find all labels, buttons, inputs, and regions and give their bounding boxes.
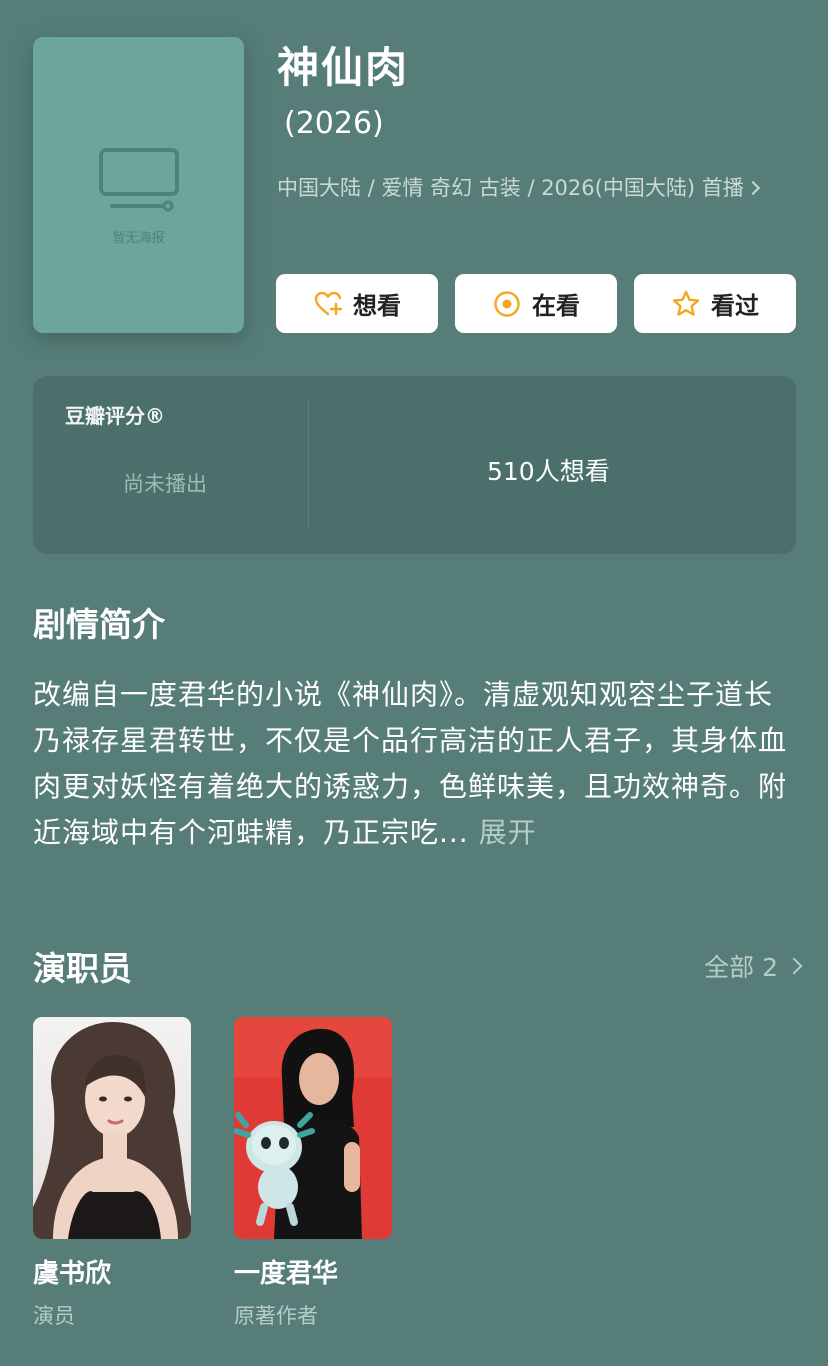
expand-link[interactable]: 展开: [479, 816, 537, 849]
target-icon: [494, 290, 520, 317]
page-title: 神仙肉: [277, 43, 410, 92]
synopsis-text-block: 改编自一度君华的小说《神仙肉》。清虚观知观容尘子道长乃禄存星君转世，不仅是个品行…: [33, 672, 798, 856]
heart-plus-icon: [314, 291, 343, 315]
rating-status: 尚未播出: [123, 472, 207, 496]
cast-heading: 演职员: [33, 949, 132, 988]
cast-member-card[interactable]: 虞书欣 演员: [33, 1017, 193, 1330]
cast-role: 演员: [33, 1304, 75, 1328]
synopsis-text: 改编自一度君华的小说《神仙肉》。清虚观知观容尘子道长乃禄存星君转世，不仅是个品行…: [33, 678, 788, 849]
poster-placeholder[interactable]: 暂无海报: [33, 37, 244, 333]
tv-icon: [98, 148, 179, 212]
chevron-right-icon: [785, 957, 803, 975]
release-year: (2026): [284, 106, 384, 141]
chevron-right-icon: [745, 180, 760, 196]
rating-label: 豆瓣评分®: [65, 404, 165, 428]
cast-member-card[interactable]: 一度君华 原著作者: [234, 1017, 394, 1330]
cast-all-label: 全部 2: [704, 953, 778, 982]
poster-placeholder-text: 暂无海报: [112, 231, 165, 246]
cast-name: 一度君华: [234, 1259, 339, 1289]
rating-card[interactable]: 豆瓣评分® 尚未播出 510人想看: [33, 376, 796, 554]
want-count: 510人想看: [487, 457, 610, 486]
watched-label: 看过: [711, 292, 759, 320]
want-to-watch-button[interactable]: 想看: [276, 274, 438, 333]
cast-name: 虞书欣: [33, 1259, 112, 1289]
star-icon: [672, 290, 700, 316]
subject-meta-text: 中国大陆 / 爱情 奇幻 古装 / 2026(中国大陆) 首播: [277, 176, 744, 200]
cast-photo: [234, 1017, 392, 1239]
want-to-watch-label: 想看: [353, 292, 401, 320]
cast-all-link[interactable]: 全部 2: [704, 948, 803, 984]
watched-button[interactable]: 看过: [634, 274, 796, 333]
cast-role: 原著作者: [234, 1304, 318, 1328]
watching-button[interactable]: 在看: [455, 274, 617, 333]
subject-meta[interactable]: 中国大陆 / 爱情 奇幻 古装 / 2026(中国大陆) 首播: [277, 168, 777, 208]
subject-page: 暂无海报 神仙肉 (2026) 中国大陆 / 爱情 奇幻 古装 / 2026(中…: [0, 0, 828, 1366]
rating-divider: [308, 400, 309, 528]
watching-label: 在看: [532, 292, 580, 320]
cast-photo: [33, 1017, 191, 1239]
synopsis-heading: 剧情简介: [33, 605, 165, 644]
